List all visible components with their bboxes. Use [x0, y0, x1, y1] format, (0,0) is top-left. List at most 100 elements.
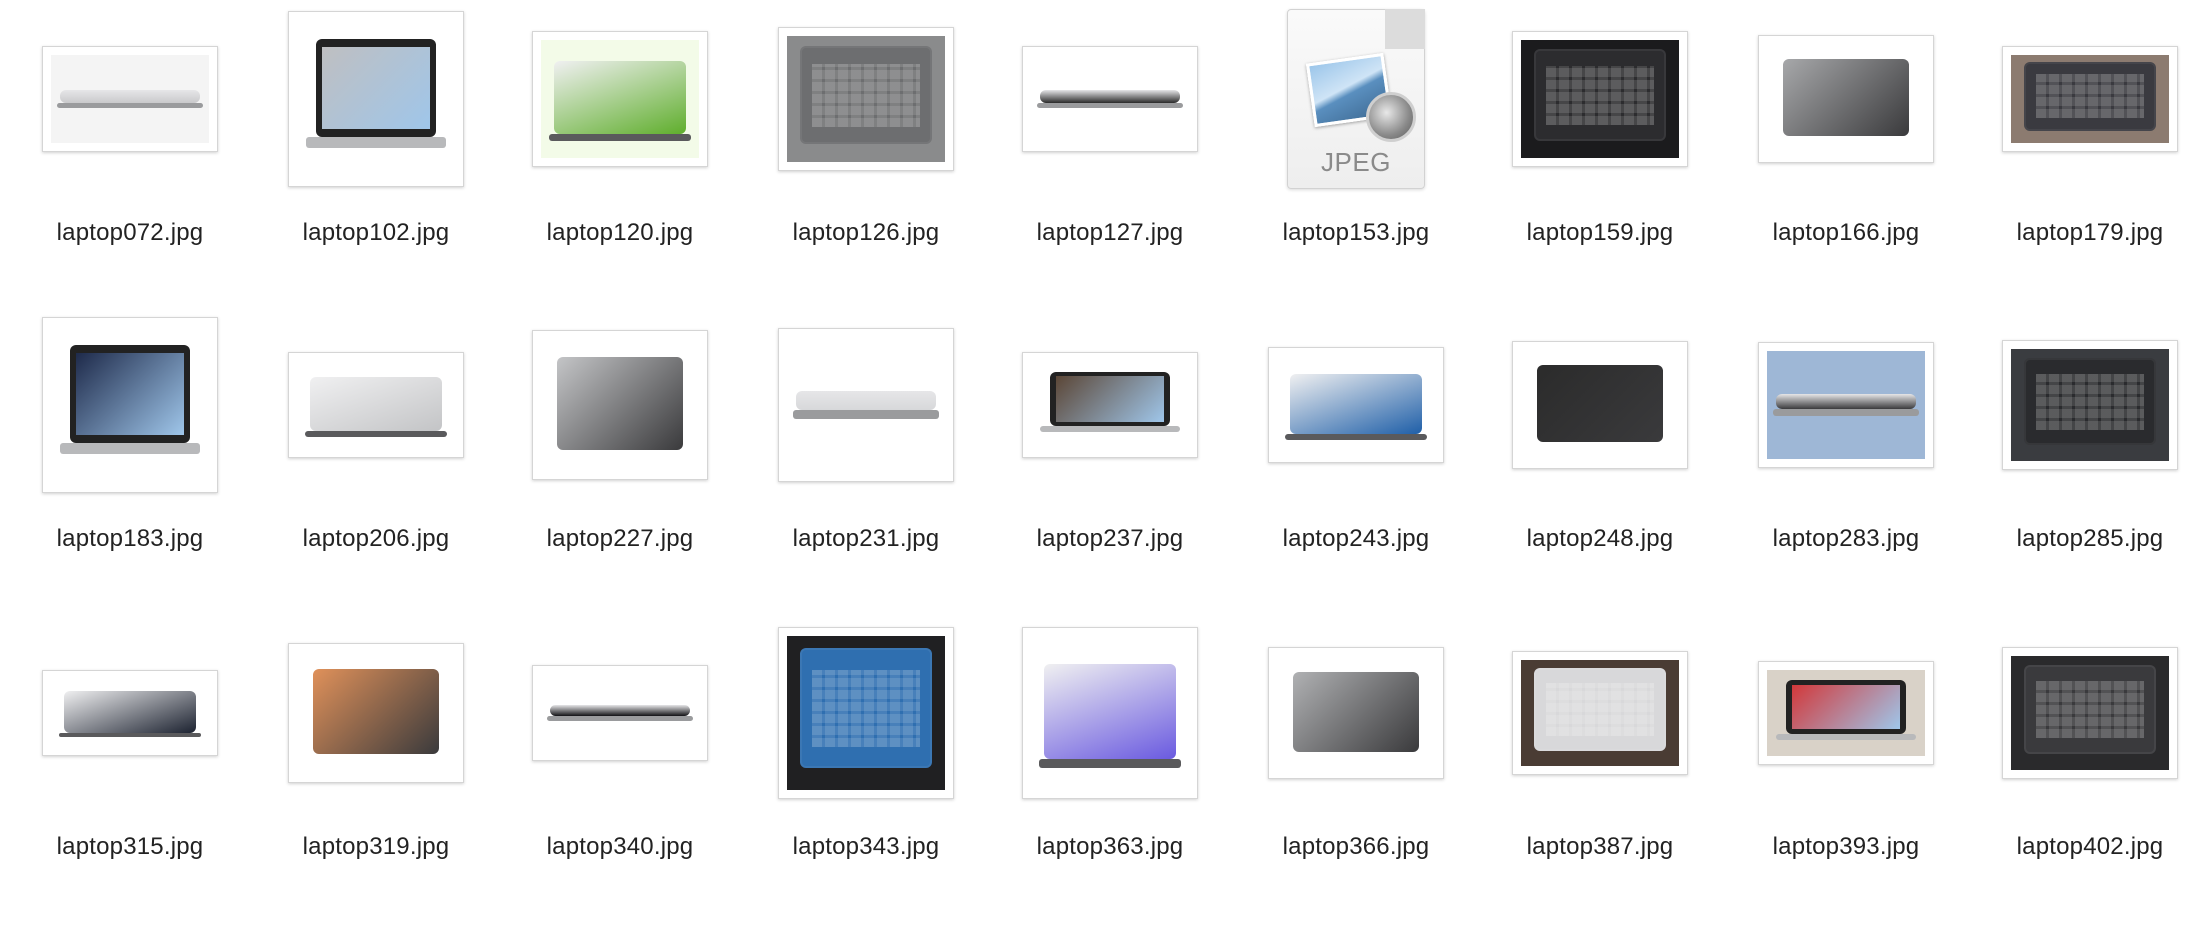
image-thumbnail[interactable] [1512, 31, 1688, 167]
file-thumbnail-area[interactable] [1970, 310, 2210, 500]
file-item[interactable]: laptop159.jpg [1480, 4, 1720, 254]
file-item[interactable]: laptop206.jpg [256, 310, 496, 560]
image-thumbnail[interactable] [1758, 661, 1934, 765]
file-thumbnail-area[interactable] [1726, 618, 1966, 808]
image-thumbnail[interactable] [778, 27, 954, 171]
file-item[interactable]: laptop387.jpg [1480, 618, 1720, 868]
file-item[interactable]: laptop166.jpg [1726, 4, 1966, 254]
file-thumbnail-area[interactable] [1236, 618, 1476, 808]
file-item[interactable]: laptop315.jpg [10, 618, 250, 868]
file-name-label[interactable]: laptop166.jpg [1726, 219, 1966, 247]
file-thumbnail-area[interactable] [1970, 618, 2210, 808]
image-thumbnail[interactable] [2002, 46, 2178, 152]
file-thumbnail-area[interactable] [10, 4, 250, 194]
file-name-label[interactable]: laptop343.jpg [746, 833, 986, 861]
file-thumbnail-area[interactable] [746, 4, 986, 194]
file-thumbnail-area[interactable] [1480, 618, 1720, 808]
image-thumbnail[interactable] [1758, 342, 1934, 468]
image-thumbnail[interactable] [532, 330, 708, 480]
image-thumbnail[interactable] [778, 328, 954, 482]
file-thumbnail-area[interactable] [990, 618, 1230, 808]
file-name-label[interactable]: laptop179.jpg [1970, 219, 2210, 247]
file-item[interactable]: laptop237.jpg [990, 310, 1230, 560]
file-thumbnail-area[interactable] [500, 310, 740, 500]
file-name-label[interactable]: laptop206.jpg [256, 525, 496, 553]
file-item[interactable]: JPEG laptop153.jpg [1236, 4, 1476, 254]
image-thumbnail[interactable] [532, 31, 708, 167]
file-item[interactable]: laptop340.jpg [500, 618, 740, 868]
jpeg-document-icon[interactable]: JPEG [1287, 9, 1425, 189]
file-name-label[interactable]: laptop072.jpg [10, 219, 250, 247]
image-thumbnail[interactable] [288, 11, 464, 187]
file-item[interactable]: laptop231.jpg [746, 310, 986, 560]
file-thumbnail-area[interactable] [1480, 4, 1720, 194]
file-item[interactable]: laptop283.jpg [1726, 310, 1966, 560]
file-item[interactable]: laptop126.jpg [746, 4, 986, 254]
file-thumbnail-area[interactable] [500, 4, 740, 194]
image-thumbnail[interactable] [778, 627, 954, 799]
file-thumbnail-area[interactable] [256, 4, 496, 194]
file-item[interactable]: laptop366.jpg [1236, 618, 1476, 868]
file-name-label[interactable]: laptop127.jpg [990, 219, 1230, 247]
file-name-label[interactable]: laptop153.jpg [1236, 219, 1476, 247]
file-thumbnail-area[interactable] [746, 618, 986, 808]
file-name-label[interactable]: laptop102.jpg [256, 219, 496, 247]
file-item[interactable]: laptop248.jpg [1480, 310, 1720, 560]
file-thumbnail-area[interactable] [990, 4, 1230, 194]
file-item[interactable]: laptop179.jpg [1970, 4, 2210, 254]
image-thumbnail[interactable] [42, 317, 218, 493]
file-item[interactable]: laptop285.jpg [1970, 310, 2210, 560]
file-thumbnail-area[interactable] [1726, 4, 1966, 194]
image-thumbnail[interactable] [1268, 347, 1444, 463]
file-item[interactable]: laptop393.jpg [1726, 618, 1966, 868]
file-item[interactable]: laptop227.jpg [500, 310, 740, 560]
image-thumbnail[interactable] [1512, 651, 1688, 775]
file-thumbnail-area[interactable] [10, 310, 250, 500]
file-thumbnail-area[interactable] [1480, 310, 1720, 500]
file-item[interactable]: laptop127.jpg [990, 4, 1230, 254]
file-thumbnail-area[interactable] [10, 618, 250, 808]
file-name-label[interactable]: laptop237.jpg [990, 525, 1230, 553]
file-item[interactable]: laptop343.jpg [746, 618, 986, 868]
image-thumbnail[interactable] [1022, 352, 1198, 458]
image-thumbnail[interactable] [42, 670, 218, 756]
file-name-label[interactable]: laptop402.jpg [1970, 833, 2210, 861]
file-item[interactable]: laptop319.jpg [256, 618, 496, 868]
file-name-label[interactable]: laptop243.jpg [1236, 525, 1476, 553]
file-name-label[interactable]: laptop248.jpg [1480, 525, 1720, 553]
image-thumbnail[interactable] [1022, 46, 1198, 152]
file-name-label[interactable]: laptop159.jpg [1480, 219, 1720, 247]
file-name-label[interactable]: laptop231.jpg [746, 525, 986, 553]
image-thumbnail[interactable] [532, 665, 708, 761]
file-item[interactable]: laptop102.jpg [256, 4, 496, 254]
file-name-label[interactable]: laptop126.jpg [746, 219, 986, 247]
file-thumbnail-area[interactable] [746, 310, 986, 500]
file-thumbnail-area[interactable]: JPEG [1236, 4, 1476, 194]
image-thumbnail[interactable] [288, 352, 464, 458]
file-thumbnail-area[interactable] [256, 310, 496, 500]
image-thumbnail[interactable] [1758, 35, 1934, 163]
file-name-label[interactable]: laptop387.jpg [1480, 833, 1720, 861]
image-thumbnail[interactable] [1268, 647, 1444, 779]
file-name-label[interactable]: laptop315.jpg [10, 833, 250, 861]
image-thumbnail[interactable] [2002, 647, 2178, 779]
image-thumbnail[interactable] [288, 643, 464, 783]
file-item[interactable]: laptop072.jpg [10, 4, 250, 254]
file-name-label[interactable]: laptop120.jpg [500, 219, 740, 247]
file-thumbnail-area[interactable] [1726, 310, 1966, 500]
file-name-label[interactable]: laptop366.jpg [1236, 833, 1476, 861]
file-item[interactable]: laptop402.jpg [1970, 618, 2210, 868]
image-thumbnail[interactable] [42, 46, 218, 152]
file-name-label[interactable]: laptop283.jpg [1726, 525, 1966, 553]
file-thumbnail-area[interactable] [256, 618, 496, 808]
image-thumbnail[interactable] [1512, 341, 1688, 469]
image-thumbnail[interactable] [2002, 340, 2178, 470]
file-name-label[interactable]: laptop393.jpg [1726, 833, 1966, 861]
file-thumbnail-area[interactable] [1970, 4, 2210, 194]
file-name-label[interactable]: laptop363.jpg [990, 833, 1230, 861]
file-item[interactable]: laptop120.jpg [500, 4, 740, 254]
file-thumbnail-area[interactable] [1236, 310, 1476, 500]
file-name-label[interactable]: laptop340.jpg [500, 833, 740, 861]
file-name-label[interactable]: laptop227.jpg [500, 525, 740, 553]
file-item[interactable]: laptop183.jpg [10, 310, 250, 560]
